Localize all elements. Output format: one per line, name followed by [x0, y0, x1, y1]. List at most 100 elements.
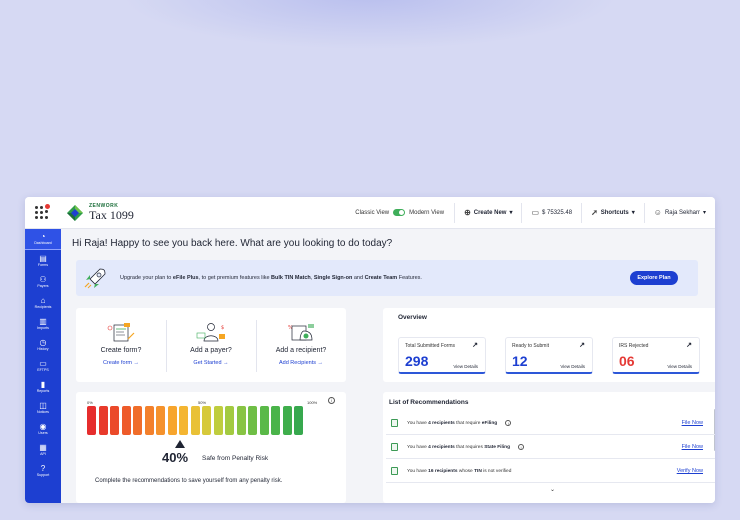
sidebar-item-eftps[interactable]: ▭ EFTPS: [25, 355, 61, 376]
view-toggle[interactable]: [393, 209, 406, 216]
wallet-balance[interactable]: ▭ $ 75325.48: [522, 208, 581, 217]
upgrade-feature: Bulk TIN Match: [271, 275, 311, 281]
risk-meter-bar: [121, 406, 131, 435]
sidebar-item-label: Forms: [37, 262, 49, 267]
brand-logo[interactable]: ZENWORK Tax 1099: [65, 203, 134, 223]
api-icon: ▦: [39, 442, 47, 452]
rec-count: 4 recipients: [428, 420, 455, 426]
penalty-risk-card: 0% 50% 100% i 40% Safe from Penalty Risk…: [76, 392, 346, 503]
sidebar-item-dashboard[interactable]: ◔ Dashboard: [25, 229, 61, 250]
rec-text-part: You have: [407, 420, 429, 426]
risk-meter-bar: [225, 406, 234, 435]
get-started-link[interactable]: Get Started →: [193, 360, 228, 366]
upgrade-feature: Single Sign-on: [313, 275, 353, 281]
risk-meter-bar: [87, 406, 96, 435]
add-payer-illustration-icon: $: [196, 323, 225, 342]
stat-ready-to-submit[interactable]: Ready to Submit ↗ 12 View Details: [505, 337, 593, 374]
modern-view-label[interactable]: Modern View: [409, 210, 444, 216]
risk-meter-bar: [190, 406, 200, 435]
chevron-down-icon[interactable]: ⌄: [550, 486, 555, 493]
arrow-up-right-icon[interactable]: ↗: [686, 341, 692, 349]
stat-irs-rejected[interactable]: IRS Rejected ↗ 06 View Details: [612, 337, 700, 374]
zenwork-logo-icon: [67, 204, 83, 221]
payers-icon: ⚇: [39, 274, 47, 284]
file-now-link[interactable]: File Now: [682, 444, 703, 450]
sidebar-item-recipients[interactable]: ⌂ Recipients: [25, 292, 61, 313]
create-form-link[interactable]: Create form →: [103, 360, 139, 366]
dashboard-icon: ◔: [40, 232, 46, 241]
risk-meter-bar: [282, 406, 292, 435]
risk-meter-bar: [248, 406, 257, 435]
brand-name: Tax 1099: [89, 208, 134, 222]
sidebar-item-users[interactable]: ◉ Users: [25, 418, 61, 439]
arrow-up-right-icon[interactable]: ↗: [579, 341, 585, 349]
explore-plan-button[interactable]: Explore Plan: [630, 271, 678, 285]
info-icon[interactable]: i: [505, 420, 512, 426]
sidebar-item-notices[interactable]: ◫ Notices: [25, 397, 61, 418]
view-details-link[interactable]: View Details: [667, 364, 692, 369]
notices-icon: ◫: [39, 400, 47, 410]
risk-label: Safe from Penalty Risk: [202, 455, 269, 462]
sidebar-item-history[interactable]: ◷ History: [25, 334, 61, 355]
risk-meter-bar: [98, 406, 108, 435]
classic-view-label[interactable]: Classic View: [355, 210, 389, 216]
sidebar-item-label: Dashboard: [34, 241, 52, 245]
create-new-label: Create New: [473, 209, 507, 216]
recommendation-row: You have 4 recipients that requires Stat…: [386, 436, 715, 459]
sidebar-item-label: Recipients: [34, 304, 52, 309]
action-title: Create form?: [100, 347, 142, 354]
info-icon[interactable]: i: [518, 444, 525, 450]
stat-total-submitted[interactable]: Total Submitted Forms ↗ 298 View Details: [398, 337, 486, 374]
sidebar: ◔ Dashboard ▤ Forms ⚇ Payers ⌂ Recipient…: [25, 229, 61, 503]
user-avatar-icon: ☺: [653, 208, 662, 217]
sidebar-item-reports[interactable]: ▮ Reports: [25, 376, 61, 397]
recommendation-text: You have 16 recipients whose TIN is not …: [407, 469, 511, 474]
sidebar-item-label: Users: [38, 430, 48, 435]
create-form-illustration-icon: [107, 323, 135, 342]
recipients-icon: ⌂: [40, 295, 46, 305]
sidebar-item-payers[interactable]: ⚇ Payers: [25, 271, 61, 292]
file-now-link[interactable]: File Now: [682, 420, 703, 426]
upgrade-text-part: and: [352, 275, 365, 281]
view-switch: Classic View Modern View: [355, 209, 444, 216]
sidebar-item-support[interactable]: ? Support: [25, 460, 61, 481]
caret-down-icon: ▾: [702, 210, 706, 216]
view-details-link[interactable]: View Details: [453, 364, 478, 369]
sidebar-item-label: Support: [36, 472, 50, 477]
caret-down-icon: ▾: [509, 210, 513, 216]
risk-meter-bar: [294, 406, 303, 435]
history-icon: ◷: [39, 337, 47, 347]
background-glow: [120, 0, 620, 50]
add-recipients-link[interactable]: Add Recipients →: [279, 360, 323, 366]
action-title: Add a payer?: [190, 347, 232, 354]
imports-icon: ▥: [39, 316, 47, 326]
quick-actions-card: Create form? Create form → $ Add a payer…: [76, 308, 346, 382]
risk-meter-bar: [144, 406, 154, 435]
arrow-up-right-icon[interactable]: ↗: [472, 341, 478, 349]
sidebar-item-api[interactable]: ▦ API: [25, 439, 61, 460]
view-details-link[interactable]: View Details: [560, 364, 585, 369]
rocket-icon: ➚: [591, 208, 598, 217]
user-menu[interactable]: ☺ Raja Sekharr ▾: [645, 208, 715, 217]
verify-now-link[interactable]: Verify Now: [677, 468, 703, 474]
rec-target: eFiling: [481, 420, 498, 426]
overview-title: Overview: [398, 314, 427, 321]
wallet-icon: ▭: [531, 208, 540, 217]
forms-icon: ▤: [39, 253, 47, 263]
sidebar-item-imports[interactable]: ▥ Imports: [25, 313, 61, 334]
shortcuts-button[interactable]: ➚ Shortcuts ▾: [582, 208, 644, 217]
rec-text-part: You have: [407, 468, 429, 474]
risk-scale-min: 0%: [87, 400, 93, 405]
apps-grid-icon[interactable]: [25, 197, 61, 229]
risk-meter-bar: [156, 406, 165, 435]
sidebar-item-label: API: [40, 451, 46, 456]
recommendation-row: You have 4 recipients that require eFili…: [386, 412, 715, 435]
upgrade-message: Upgrade your plan to eFile Plus, to get …: [120, 275, 422, 281]
rec-text-part: You have: [407, 444, 429, 450]
create-new-button[interactable]: ⊕ Create New ▾: [455, 208, 521, 217]
info-icon[interactable]: i: [328, 397, 335, 404]
sidebar-item-label: Notices: [37, 409, 49, 414]
sidebar-item-forms[interactable]: ▤ Forms: [25, 250, 61, 271]
stat-label: Total Submitted Forms: [405, 343, 456, 349]
upgrade-text-part: Features.: [397, 275, 422, 281]
